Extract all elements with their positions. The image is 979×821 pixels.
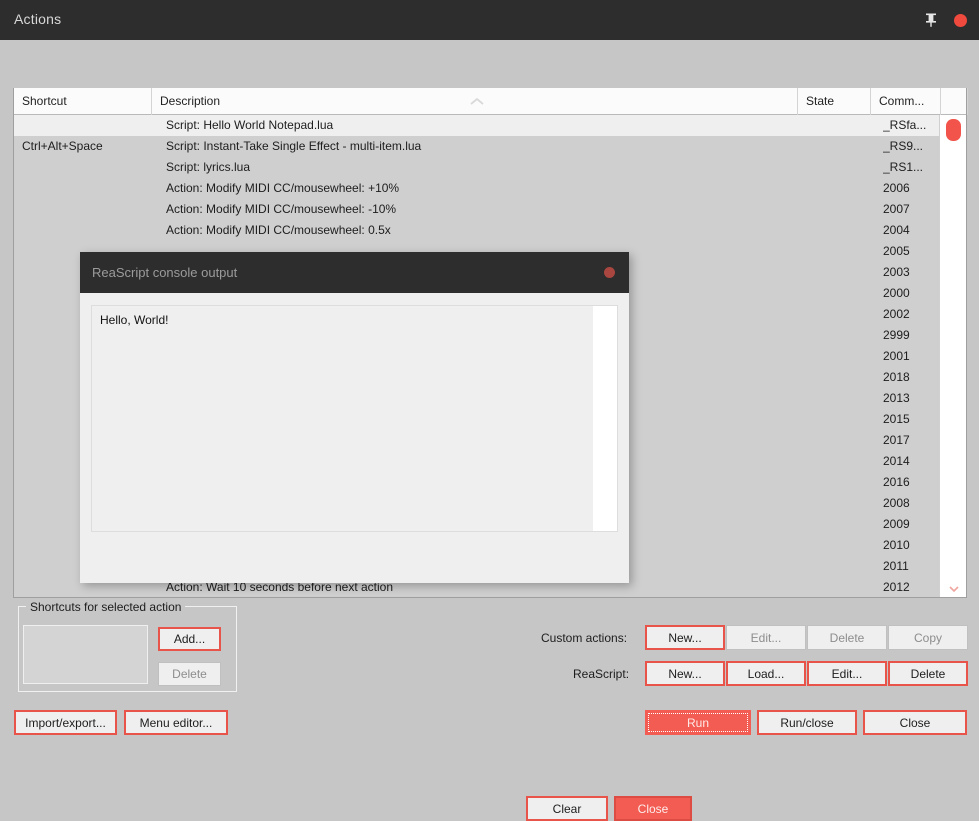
actions-list-scrollbar[interactable] (939, 115, 966, 597)
reascript-load-button[interactable]: Load... (726, 661, 806, 686)
cell-description: Script: lyrics.lua (166, 160, 251, 174)
column-header-command[interactable]: Comm... (871, 88, 941, 115)
cell-command: 2001 (883, 349, 910, 363)
menu-editor-button[interactable]: Menu editor... (124, 710, 228, 735)
cell-command: 2011 (883, 559, 909, 573)
cell-command: 2017 (883, 433, 910, 447)
cell-command: 2012 (883, 580, 910, 594)
cell-description: Action: Modify MIDI CC/mousewheel: -10% (166, 202, 397, 216)
cell-command: 2005 (883, 244, 910, 258)
column-header-state[interactable]: State (798, 88, 871, 115)
dialog-titlebar: ReaScript console output (80, 252, 629, 293)
window-close-icon[interactable] (954, 14, 967, 27)
import-export-button[interactable]: Import/export... (14, 710, 117, 735)
shortcuts-group-legend: Shortcuts for selected action (26, 600, 186, 614)
cell-command: 2004 (883, 223, 910, 237)
reascript-new-button[interactable]: New... (645, 661, 725, 686)
dialog-clear-button[interactable]: Clear (526, 796, 608, 821)
dialog-title: ReaScript console output (92, 265, 238, 280)
cell-command: 2013 (883, 391, 910, 405)
reascript-edit-button[interactable]: Edit... (807, 661, 887, 686)
cell-command: 2006 (883, 181, 910, 195)
table-row[interactable]: Action: Modify MIDI CC/mousewheel: -10% 2… (14, 199, 941, 220)
custom-actions-new-button[interactable]: New... (645, 625, 725, 650)
cell-command: 2015 (883, 412, 910, 426)
window-titlebar: Actions (0, 0, 979, 40)
chevron-down-icon[interactable] (949, 582, 959, 593)
cell-shortcut: Ctrl+Alt+Space (22, 139, 103, 153)
cell-description: Action: Modify MIDI CC/mousewheel: +10% (166, 181, 400, 195)
reascript-console-dialog: ReaScript console output Hello, World! C… (80, 252, 692, 821)
cell-command: 2010 (883, 538, 910, 552)
run-button[interactable]: Run (645, 710, 751, 735)
add-shortcut-button[interactable]: Add... (158, 627, 221, 651)
scrollbar-thumb[interactable] (946, 119, 961, 141)
cell-command: _RS9... (883, 139, 924, 153)
cell-command: 2009 (883, 517, 910, 531)
console-output-text: Hello, World! (100, 313, 169, 327)
column-header-shortcut[interactable]: Shortcut (14, 88, 152, 115)
cell-command: 2007 (883, 202, 910, 216)
cell-command: 2014 (883, 454, 910, 468)
dialog-close-button[interactable]: Close (614, 796, 692, 821)
cell-command: 2000 (883, 286, 910, 300)
console-output-area[interactable]: Hello, World! (91, 305, 618, 532)
reascript-label: ReaScript: (573, 667, 630, 681)
window-title: Actions (14, 11, 62, 27)
cell-command: 2002 (883, 307, 910, 321)
pin-icon[interactable] (921, 10, 941, 30)
shortcuts-listbox[interactable] (23, 625, 148, 684)
delete-shortcut-button[interactable]: Delete (158, 662, 221, 686)
filter-toolbar: Filter: Clear Find shortcut... Section: … (0, 40, 979, 118)
table-row[interactable]: Script: Hello World Notepad.lua _RSfa... (14, 115, 941, 136)
actions-list-header: Shortcut Description State Comm... (14, 88, 968, 115)
cell-command: _RSfa... (883, 118, 927, 132)
cell-command: 2008 (883, 496, 910, 510)
cell-description: Script: Instant-Take Single Effect - mul… (166, 139, 422, 153)
table-row[interactable]: Script: lyrics.lua _RS1... (14, 157, 941, 178)
cell-description: Action: Modify MIDI CC/mousewheel: 0.5x (166, 223, 391, 237)
cell-command: 2018 (883, 370, 910, 384)
table-row[interactable]: Action: Modify MIDI CC/mousewheel: +10% 2… (14, 178, 941, 199)
cell-command: 2999 (883, 328, 910, 342)
custom-actions-copy-button[interactable]: Copy (888, 625, 968, 650)
custom-actions-label: Custom actions: (541, 631, 628, 645)
console-output-scrollbar[interactable] (593, 306, 617, 531)
close-button[interactable]: Close (863, 710, 967, 735)
reascript-delete-button[interactable]: Delete (888, 661, 968, 686)
cell-description: Script: Hello World Notepad.lua (166, 118, 334, 132)
chevron-up-icon (469, 95, 485, 105)
custom-actions-edit-button[interactable]: Edit... (726, 625, 806, 650)
cell-command: 2016 (883, 475, 910, 489)
table-row[interactable]: Action: Modify MIDI CC/mousewheel: 0.5x 2… (14, 220, 941, 241)
table-row[interactable]: Ctrl+Alt+Space Script: Instant-Take Singl… (14, 136, 941, 157)
run-close-button[interactable]: Run/close (757, 710, 857, 735)
cell-command: _RS1... (883, 160, 924, 174)
cell-command: 2003 (883, 265, 910, 279)
dialog-close-icon[interactable] (604, 267, 615, 278)
column-header-extra[interactable] (941, 88, 968, 115)
custom-actions-delete-button[interactable]: Delete (807, 625, 887, 650)
